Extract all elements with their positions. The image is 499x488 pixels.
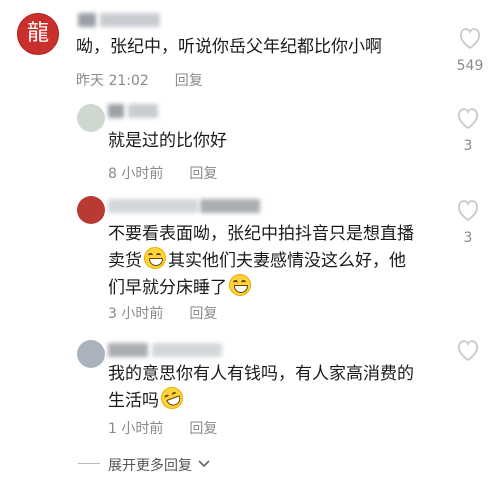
username-blurred[interactable] — [108, 104, 124, 118]
comment-fragment: 生活吗 — [108, 391, 159, 411]
comment-text: 呦，张纪中，听说你岳父年纪都比你小啊 — [76, 37, 382, 57]
comment-line: 卖货 其实他们夫妻感情没这么好，他 — [108, 247, 453, 274]
comment-line: 我的意思你有人有钱吗，有人家高消费的 — [108, 364, 414, 384]
rolling-laughing-emoji — [157, 383, 187, 413]
divider — [78, 463, 100, 464]
like-button[interactable]: 549 — [450, 28, 490, 74]
timestamp: 3 小时前 — [108, 306, 164, 322]
comment-meta: 1 小时前 回复 — [108, 418, 217, 438]
comment-meta: 3 小时前 回复 — [108, 303, 217, 323]
comment-fragment: 卖货 — [108, 251, 142, 271]
username-blurred[interactable] — [128, 104, 158, 118]
comment-text: 不要看表面呦，张纪中拍抖音只是想直播 卖货 其实他们夫妻感情没这么好，他 们早就分… — [108, 221, 453, 301]
comment-line: 们早就分床睡了 — [108, 274, 453, 301]
heart-outline-icon — [459, 28, 481, 50]
reply-button[interactable]: 回复 — [189, 166, 217, 182]
username-blurred[interactable] — [100, 13, 160, 27]
avatar[interactable] — [77, 196, 105, 224]
expand-more-replies[interactable]: 展开更多回复 — [108, 455, 211, 475]
grinning-emoji — [144, 247, 166, 269]
reply-button[interactable]: 回复 — [189, 421, 217, 437]
like-button[interactable]: 3 — [448, 108, 488, 154]
username-blurred[interactable] — [78, 13, 96, 27]
reply-button[interactable]: 回复 — [189, 306, 217, 322]
comment-text: 就是过的比你好 — [108, 131, 227, 151]
chevron-down-icon — [198, 460, 211, 468]
comment-line: 生活吗 — [108, 383, 453, 414]
like-button[interactable] — [448, 340, 488, 370]
avatar[interactable] — [77, 104, 105, 132]
avatar-logo-icon: 龍 — [26, 21, 49, 46]
username-blurred[interactable] — [200, 199, 260, 213]
heart-outline-icon — [457, 340, 479, 362]
timestamp: 8 小时前 — [108, 166, 164, 182]
comment-meta: 8 小时前 回复 — [108, 163, 217, 183]
like-button[interactable]: 3 — [448, 200, 488, 246]
like-count: 549 — [456, 58, 484, 74]
expand-label: 展开更多回复 — [108, 458, 192, 474]
reply-button[interactable]: 回复 — [175, 73, 203, 89]
grinning-emoji — [229, 274, 251, 296]
like-count: 3 — [463, 230, 473, 246]
timestamp: 昨天 21:02 — [76, 73, 149, 89]
comment-fragment: 其实他们夫妻感情没这么好，他 — [168, 251, 406, 271]
heart-outline-icon — [457, 200, 479, 222]
username-blurred[interactable] — [108, 343, 148, 357]
avatar[interactable] — [77, 340, 105, 368]
comment-text: 我的意思你有人有钱吗，有人家高消费的 生活吗 — [108, 361, 453, 414]
timestamp: 1 小时前 — [108, 421, 164, 437]
comment-line: 不要看表面呦，张纪中拍抖音只是想直播 — [108, 224, 414, 244]
username-blurred[interactable] — [152, 343, 222, 357]
like-count: 3 — [463, 138, 473, 154]
avatar[interactable]: 龍 — [17, 13, 59, 55]
username-blurred[interactable] — [108, 199, 198, 213]
comment-fragment: 们早就分床睡了 — [108, 278, 227, 298]
heart-outline-icon — [457, 108, 479, 130]
comment-meta: 昨天 21:02 回复 — [76, 70, 203, 90]
